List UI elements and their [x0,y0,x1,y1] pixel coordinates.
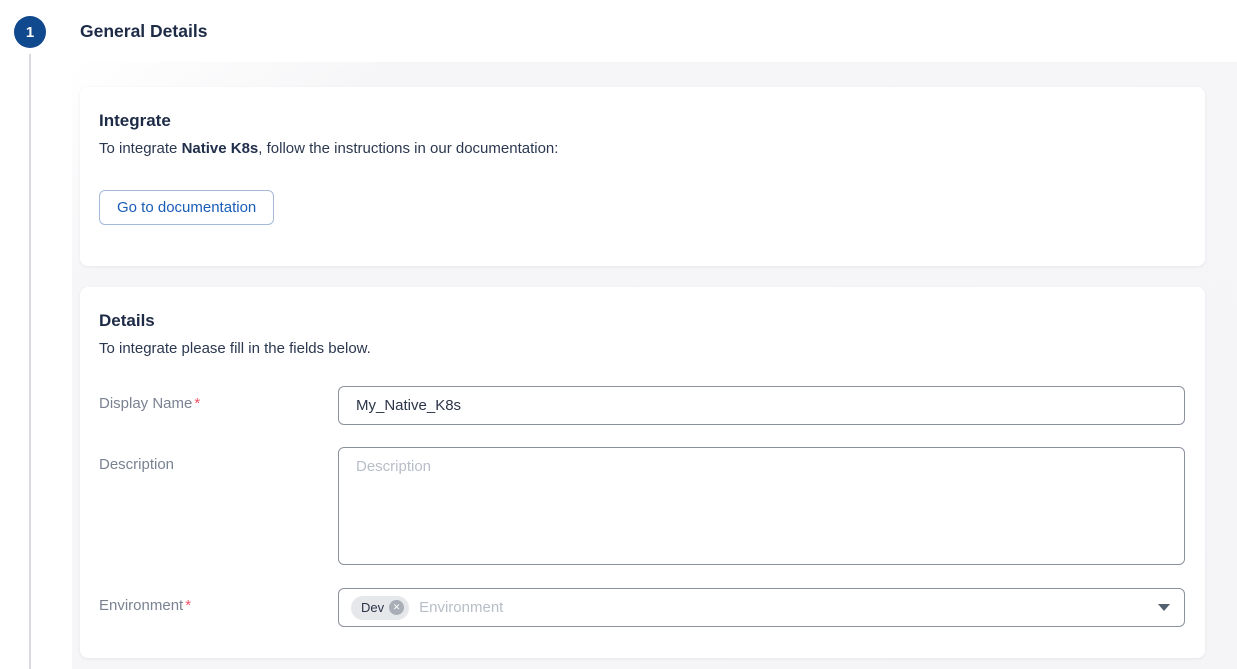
environment-placeholder: Environment [419,599,503,616]
required-asterisk: * [194,395,200,412]
environment-label: Environment* [99,588,338,614]
details-card: Details To integrate please fill in the … [80,287,1205,658]
display-name-label: Display Name* [99,386,338,412]
display-name-label-text: Display Name [99,395,192,412]
description-label: Description [99,447,338,473]
integrate-card-title: Integrate [99,109,1185,133]
product-name: Native K8s [182,140,259,157]
page-title: General Details [80,21,207,42]
integrate-description-prefix: To integrate [99,140,182,157]
details-card-subtitle: To integrate please fill in the fields b… [99,338,1185,360]
step-number-badge: 1 [14,16,46,48]
remove-tag-icon[interactable]: ✕ [389,600,404,615]
environment-tag-chip: Dev ✕ [351,596,409,620]
go-to-documentation-button[interactable]: Go to documentation [99,190,274,225]
environment-label-text: Environment [99,597,183,614]
integrate-description-suffix: , follow the instructions in our documen… [258,140,558,157]
display-name-row: Display Name* [99,386,1185,425]
description-row: Description [99,447,1185,565]
integrate-card-description: To integrate Native K8s, follow the inst… [99,138,1185,160]
display-name-input[interactable] [338,386,1185,425]
description-label-text: Description [99,456,174,473]
environment-tag-label: Dev [361,600,384,615]
environment-row: Environment* Dev✕ Environment [99,588,1185,627]
environment-select[interactable]: Dev ✕ Environment [338,588,1185,627]
details-card-title: Details [99,309,1185,333]
integrate-card: Integrate To integrate Native K8s, follo… [80,87,1205,266]
chevron-down-icon [1158,604,1170,611]
stepper-line [29,54,31,669]
description-textarea[interactable] [338,447,1185,565]
required-asterisk: * [185,597,191,614]
